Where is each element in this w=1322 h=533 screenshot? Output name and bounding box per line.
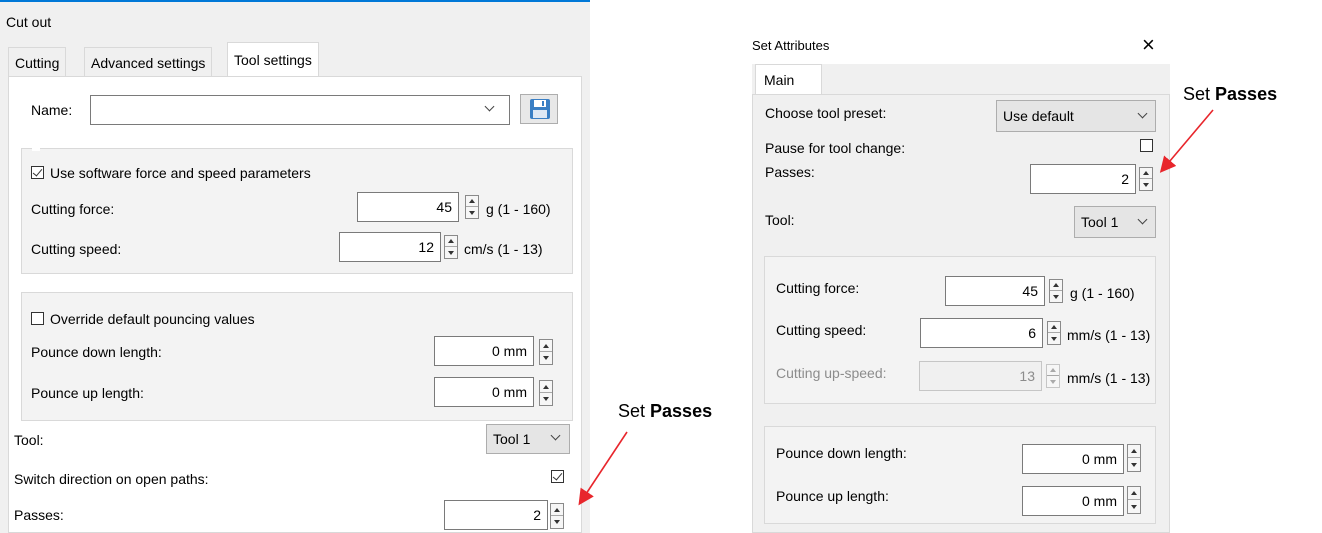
cut-out-dialog: Cut out Cutting Advanced settings Tool s… [0,0,590,533]
spin-up-icon[interactable] [551,504,563,516]
tab-main[interactable]: Main [755,64,822,96]
cutting-speed-label: Cutting speed: [31,241,122,257]
cutting-speed-unit: cm/s (1 - 13) [464,241,543,257]
cutting-force-label: Cutting force: [31,201,115,217]
pause-label: Pause for tool change: [765,140,906,156]
cutting-speed-label: Cutting speed: [776,322,867,338]
cutting-up-speed-label: Cutting up-speed: [776,365,887,381]
tool-label: Tool: [765,212,795,228]
dialog-title: Cut out [6,14,52,30]
cutting-up-speed-spinner [1046,364,1060,388]
name-combobox[interactable] [90,95,510,125]
passes-label: Passes: [765,164,815,180]
cutting-speed-spinner[interactable] [1047,321,1061,345]
cutting-force-unit: g (1 - 160) [1070,285,1135,301]
spin-up-icon[interactable] [1128,445,1140,458]
pounce-up-label: Pounce up length: [31,385,144,401]
spin-down-icon[interactable] [1128,500,1140,513]
arrow-icon [578,431,628,506]
cutting-speed-unit: mm/s (1 - 13) [1067,327,1151,343]
spin-up-icon[interactable] [540,340,552,352]
set-attributes-dialog: Set Attributes × Main Choose tool preset… [744,26,1177,533]
pounce-up-input[interactable]: 0 mm [434,377,534,407]
pounce-down-spinner[interactable] [539,339,553,365]
spin-up-icon[interactable] [540,381,552,393]
name-label: Name: [31,102,73,118]
spin-down-icon[interactable] [445,247,457,258]
pounce-down-label: Pounce down length: [31,344,162,360]
spin-up-icon[interactable] [466,196,478,207]
pounce-up-input[interactable]: 0 mm [1022,486,1124,516]
group-caption-gap [32,147,40,151]
cutting-speed-input[interactable]: 6 [920,318,1043,348]
use-software-checkbox[interactable] [31,166,44,179]
dialog-title: Set Attributes [752,38,830,53]
cutting-force-label: Cutting force: [776,280,860,296]
spin-down-icon[interactable] [1128,458,1140,471]
passes-input[interactable]: 2 [444,500,548,530]
switch-direction-checkbox[interactable] [551,470,564,483]
pounce-up-label: Pounce up length: [776,488,889,504]
spin-up-icon[interactable] [1048,322,1060,333]
override-pouncing-checkbox[interactable] [31,312,44,325]
passes-spinner[interactable] [550,503,564,529]
cutting-force-input[interactable]: 45 [945,276,1045,306]
tab-cutting[interactable]: Cutting [8,47,67,77]
override-pouncing-label: Override default pouncing values [50,311,255,327]
spin-down-icon[interactable] [1140,179,1152,190]
tool-label: Tool: [14,432,44,448]
cutting-speed-spinner[interactable] [444,235,458,259]
spin-up-icon [1047,365,1059,376]
cutting-force-input[interactable]: 45 [357,192,459,222]
arrow-icon [1159,109,1214,173]
spin-down-icon [1047,376,1059,387]
use-software-label: Use software force and speed parameters [50,165,311,181]
cutting-force-spinner[interactable] [465,195,479,219]
preset-label: Choose tool preset: [765,105,887,121]
spin-down-icon[interactable] [540,393,552,405]
save-button[interactable] [520,94,558,124]
spin-up-icon[interactable] [1050,280,1062,291]
cutting-force-spinner[interactable] [1049,279,1063,303]
floppy-disk-icon [530,99,550,119]
cutting-force-unit: g (1 - 160) [486,201,551,217]
annotation-bold: Passes [650,401,713,421]
pounce-down-input[interactable]: 0 mm [434,336,534,366]
pounce-down-label: Pounce down length: [776,445,907,461]
spin-down-icon[interactable] [1048,333,1060,344]
tool-select[interactable]: Tool 1 [486,424,570,454]
spin-down-icon[interactable] [1050,291,1062,302]
spin-down-icon[interactable] [551,516,563,528]
spin-down-icon[interactable] [540,352,552,364]
pounce-up-spinner[interactable] [1127,486,1141,514]
spin-up-icon[interactable] [1128,487,1140,500]
annotation-prefix: Set [618,401,651,421]
pounce-up-spinner[interactable] [539,380,553,406]
tab-advanced-settings[interactable]: Advanced settings [84,47,213,77]
tab-tool-settings[interactable]: Tool settings [227,42,319,78]
pounce-down-input[interactable]: 0 mm [1022,444,1124,474]
spin-up-icon[interactable] [445,236,457,247]
passes-input[interactable]: 2 [1030,164,1136,194]
switch-direction-label: Switch direction on open paths: [14,471,209,487]
cutting-up-speed-unit: mm/s (1 - 13) [1067,370,1151,386]
set-passes-annotation-left: Set Passes [618,401,712,422]
preset-select[interactable]: Use default [996,100,1156,132]
pounce-down-spinner[interactable] [1127,444,1141,472]
spin-down-icon[interactable] [466,207,478,218]
close-icon[interactable]: × [1142,32,1155,58]
window-top-border [0,0,590,2]
cutting-up-speed-input: 13 [919,361,1042,391]
passes-label: Passes: [14,507,64,523]
cutting-speed-input[interactable]: 12 [339,232,441,262]
